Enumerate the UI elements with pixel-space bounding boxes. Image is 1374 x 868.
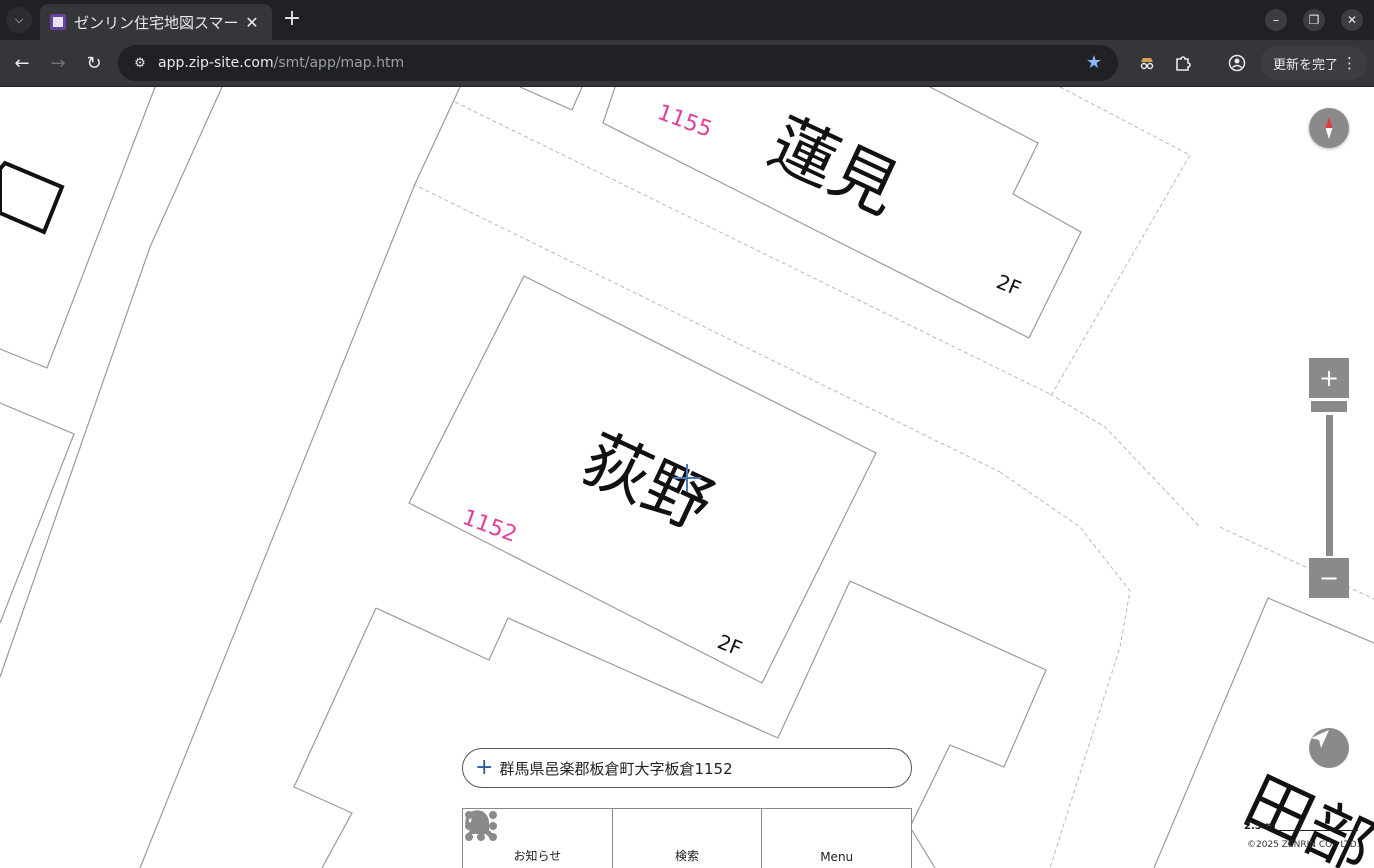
bookmark-star-icon[interactable]: ★ [1084, 53, 1104, 73]
zoom-in-button[interactable]: + [1309, 358, 1349, 398]
road-edge [0, 246, 151, 678]
update-complete-button[interactable]: 更新を完了 ⋮ [1260, 46, 1367, 80]
map-scale-label: 2.5 m [1244, 821, 1276, 832]
tab-title: ゼンリン住宅地図スマー [74, 13, 239, 32]
map-canvas[interactable]: 蓮見 荻野 田部 1155 1152 2F 2F + − + 群馬県邑楽郡板倉町… [0, 87, 1374, 868]
minimize-window-icon[interactable]: – [1265, 9, 1287, 31]
address-text: 群馬県邑楽郡板倉町大字板倉1152 [499, 759, 733, 778]
road-edge [414, 87, 461, 185]
grid-icon [465, 811, 497, 841]
boundary-dashed [412, 183, 1001, 473]
url-host: app.zip-site.com [158, 55, 274, 71]
tab-search-button[interactable]: ⌵ [6, 7, 32, 33]
profile-avatar-icon[interactable] [1226, 52, 1248, 74]
update-complete-label: 更新を完了 [1273, 57, 1339, 73]
url-text: app.zip-site.com/smt/app/map.htm [158, 55, 404, 71]
close-window-icon[interactable]: ✕ [1341, 9, 1363, 31]
reload-icon[interactable]: ↻ [82, 51, 106, 75]
browser-tab[interactable]: ゼンリン住宅地図スマー ✕ [40, 4, 272, 40]
boundary-dashed [454, 101, 1051, 395]
menu-label-search: 検索 [675, 849, 700, 863]
map-label-hasumi: 蓮見 [758, 104, 910, 230]
site-favicon-icon [50, 14, 66, 30]
road-edge [139, 183, 416, 868]
map-scale-bar [1278, 830, 1358, 831]
more-menu-icon[interactable]: ⋮ [1342, 54, 1357, 72]
site-info-icon[interactable]: ⚙ [130, 53, 150, 73]
browser-tab-strip: ⌵ ゼンリン住宅地図スマー ✕ + – ❐ ✕ [0, 0, 1374, 40]
road-edge [149, 87, 223, 248]
boundary-dashed [1049, 393, 1201, 528]
map-label-ogino: 荻野 [571, 420, 723, 546]
url-path: /smt/app/map.htm [273, 55, 405, 71]
forward-arrow-icon[interactable]: → [46, 51, 70, 75]
map-symbol-square [0, 160, 65, 235]
boundary-dashed [1219, 526, 1374, 600]
address-omnibox[interactable]: ⚙ app.zip-site.com/smt/app/map.htm ★ [118, 45, 1118, 81]
extensions-puzzle-icon[interactable] [1172, 52, 1194, 74]
parcel-outline [293, 607, 377, 868]
boundary-dashed [999, 471, 1131, 868]
map-copyright: ©2025 ZENRIN CO., LTD. [1247, 840, 1360, 850]
parcel-outline [519, 87, 583, 111]
floor-label: 2F [714, 629, 745, 660]
menu-label-menu: Menu [820, 850, 854, 864]
zoom-slider-handle[interactable] [1311, 401, 1347, 412]
floor-label: 2F [993, 269, 1024, 300]
compass-north-icon[interactable] [1309, 108, 1349, 148]
lot-number-1152: 1152 [459, 505, 520, 548]
parcel-outline [0, 87, 156, 369]
map-label-tabe: 田部 [1233, 762, 1374, 868]
tab-close-icon[interactable]: ✕ [242, 13, 262, 32]
back-arrow-icon[interactable]: ← [10, 51, 34, 75]
boundary-dashed [1051, 87, 1191, 395]
zoom-out-button[interactable]: − [1309, 558, 1349, 598]
menu-item-menu[interactable]: Menu [465, 809, 911, 868]
restore-window-icon[interactable]: ❐ [1303, 9, 1325, 31]
new-tab-button[interactable]: + [280, 8, 304, 32]
menu-label-notice: お知らせ [513, 849, 562, 863]
browser-toolbar: ← → ↻ ⚙ app.zip-site.com/smt/app/map.htm… [0, 40, 1374, 87]
address-display[interactable]: + 群馬県邑楽郡板倉町大字板倉1152 [462, 748, 912, 788]
bottom-menu: お知らせ 検索 Menu [462, 808, 912, 868]
parcel-outline [0, 402, 75, 624]
extension-spy-icon[interactable] [1136, 52, 1158, 74]
menu-item-search[interactable]: 検索 [465, 809, 763, 868]
zoom-slider-track[interactable] [1326, 415, 1333, 556]
chevron-down-icon: ⌵ [14, 13, 24, 26]
crosshair-plus-icon: + [475, 755, 494, 780]
lot-number-1155: 1155 [654, 100, 715, 143]
current-location-icon[interactable] [1309, 728, 1349, 768]
